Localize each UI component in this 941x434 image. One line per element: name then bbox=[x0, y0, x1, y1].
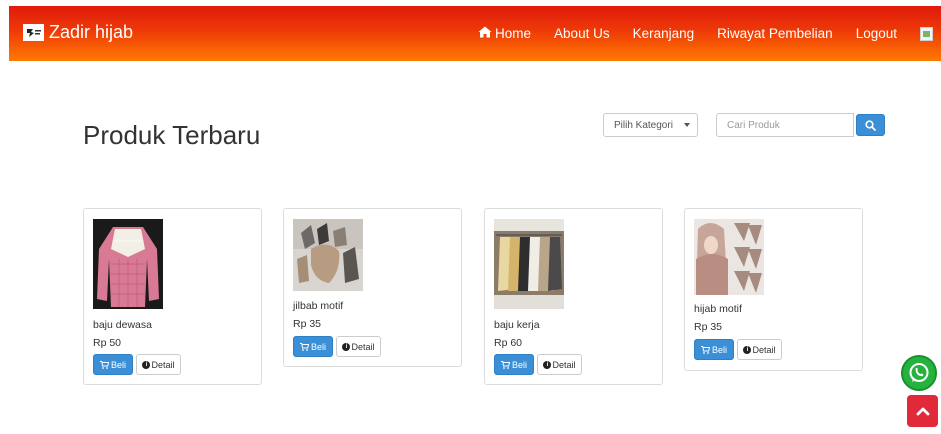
nav-riwayat-pembelian-label: Riwayat Pembelian bbox=[717, 26, 833, 41]
info-icon: i bbox=[142, 360, 151, 369]
product-price: Rp 50 bbox=[93, 337, 122, 349]
product-card-hijab-motif: hijab motif Rp 35 Beli i Detail bbox=[684, 208, 863, 371]
buy-button[interactable]: Beli bbox=[293, 336, 333, 357]
brand-logo-icon bbox=[23, 23, 44, 41]
product-image[interactable] bbox=[293, 219, 363, 291]
buy-button-label: Beli bbox=[110, 359, 126, 370]
detail-button-label: Detail bbox=[552, 359, 576, 370]
product-image[interactable] bbox=[93, 219, 163, 309]
caret-down-icon bbox=[684, 123, 690, 127]
product-card-baju-dewasa: baju dewasa Rp 50 Beli i Detail bbox=[83, 208, 262, 385]
nav-keranjang-label: Keranjang bbox=[632, 26, 695, 41]
product-price: Rp 60 bbox=[494, 337, 523, 349]
detail-button[interactable]: i Detail bbox=[737, 339, 782, 360]
detail-button-label: Detail bbox=[752, 344, 776, 355]
buy-button-label: Beli bbox=[711, 344, 727, 355]
buy-button[interactable]: Beli bbox=[694, 339, 734, 360]
nav-home-label: Home bbox=[495, 26, 532, 41]
product-image[interactable] bbox=[694, 219, 764, 295]
nav-keranjang[interactable]: Keranjang bbox=[633, 26, 695, 41]
user-avatar-broken-image-icon[interactable] bbox=[920, 26, 933, 41]
cart-icon bbox=[299, 342, 309, 351]
detail-button[interactable]: i Detail bbox=[336, 336, 381, 357]
buy-button-label: Beli bbox=[310, 341, 326, 352]
cart-icon bbox=[99, 360, 109, 369]
brand-link[interactable]: Zadir hijab bbox=[23, 20, 133, 44]
buy-button[interactable]: Beli bbox=[93, 354, 133, 375]
product-price: Rp 35 bbox=[694, 321, 723, 333]
info-icon: i bbox=[743, 345, 752, 354]
nav-logout-label: Logout bbox=[855, 26, 897, 41]
product-price: Rp 35 bbox=[293, 318, 322, 330]
cart-icon bbox=[500, 360, 510, 369]
search-icon bbox=[865, 119, 876, 131]
product-card-jilbab-motif: jilbab motif Rp 35 Beli i Detail bbox=[283, 208, 462, 367]
navbar: Zadir hijab Home About Us Keranjang Riwa… bbox=[9, 6, 941, 61]
product-name: jilbab motif bbox=[293, 300, 344, 312]
page-title: Produk Terbaru bbox=[83, 120, 261, 150]
nav-riwayat-pembelian[interactable]: Riwayat Pembelian bbox=[717, 26, 833, 41]
nav-about-us[interactable]: About Us bbox=[554, 26, 610, 41]
buy-button-label: Beli bbox=[511, 359, 527, 370]
home-icon bbox=[478, 26, 492, 41]
cart-icon bbox=[700, 345, 710, 354]
whatsapp-icon bbox=[909, 363, 929, 382]
product-name: baju dewasa bbox=[93, 319, 152, 331]
nav-menu: Home About Us Keranjang Riwayat Pembelia… bbox=[478, 6, 941, 61]
product-card-baju-kerja: baju kerja Rp 60 Beli i Detail bbox=[484, 208, 663, 385]
whatsapp-button[interactable] bbox=[901, 355, 937, 391]
detail-button-label: Detail bbox=[351, 341, 375, 352]
search-input[interactable] bbox=[716, 113, 854, 137]
product-image[interactable] bbox=[494, 219, 564, 309]
category-select-value: Pilih Kategori bbox=[614, 119, 673, 131]
product-name: hijab motif bbox=[694, 303, 742, 315]
nav-home[interactable]: Home bbox=[478, 26, 531, 41]
info-icon: i bbox=[342, 342, 351, 351]
detail-button-label: Detail bbox=[151, 359, 175, 370]
detail-button[interactable]: i Detail bbox=[136, 354, 181, 375]
nav-logout[interactable]: Logout bbox=[856, 26, 897, 41]
product-name: baju kerja bbox=[494, 319, 540, 331]
info-icon: i bbox=[543, 360, 552, 369]
chevron-up-icon bbox=[916, 407, 929, 416]
category-select[interactable]: Pilih Kategori bbox=[603, 113, 698, 137]
scroll-to-top-button[interactable] bbox=[907, 395, 938, 427]
search-button[interactable] bbox=[856, 114, 885, 136]
detail-button[interactable]: i Detail bbox=[537, 354, 582, 375]
brand-name: Zadir hijab bbox=[49, 21, 134, 42]
buy-button[interactable]: Beli bbox=[494, 354, 534, 375]
nav-about-us-label: About Us bbox=[554, 26, 610, 41]
